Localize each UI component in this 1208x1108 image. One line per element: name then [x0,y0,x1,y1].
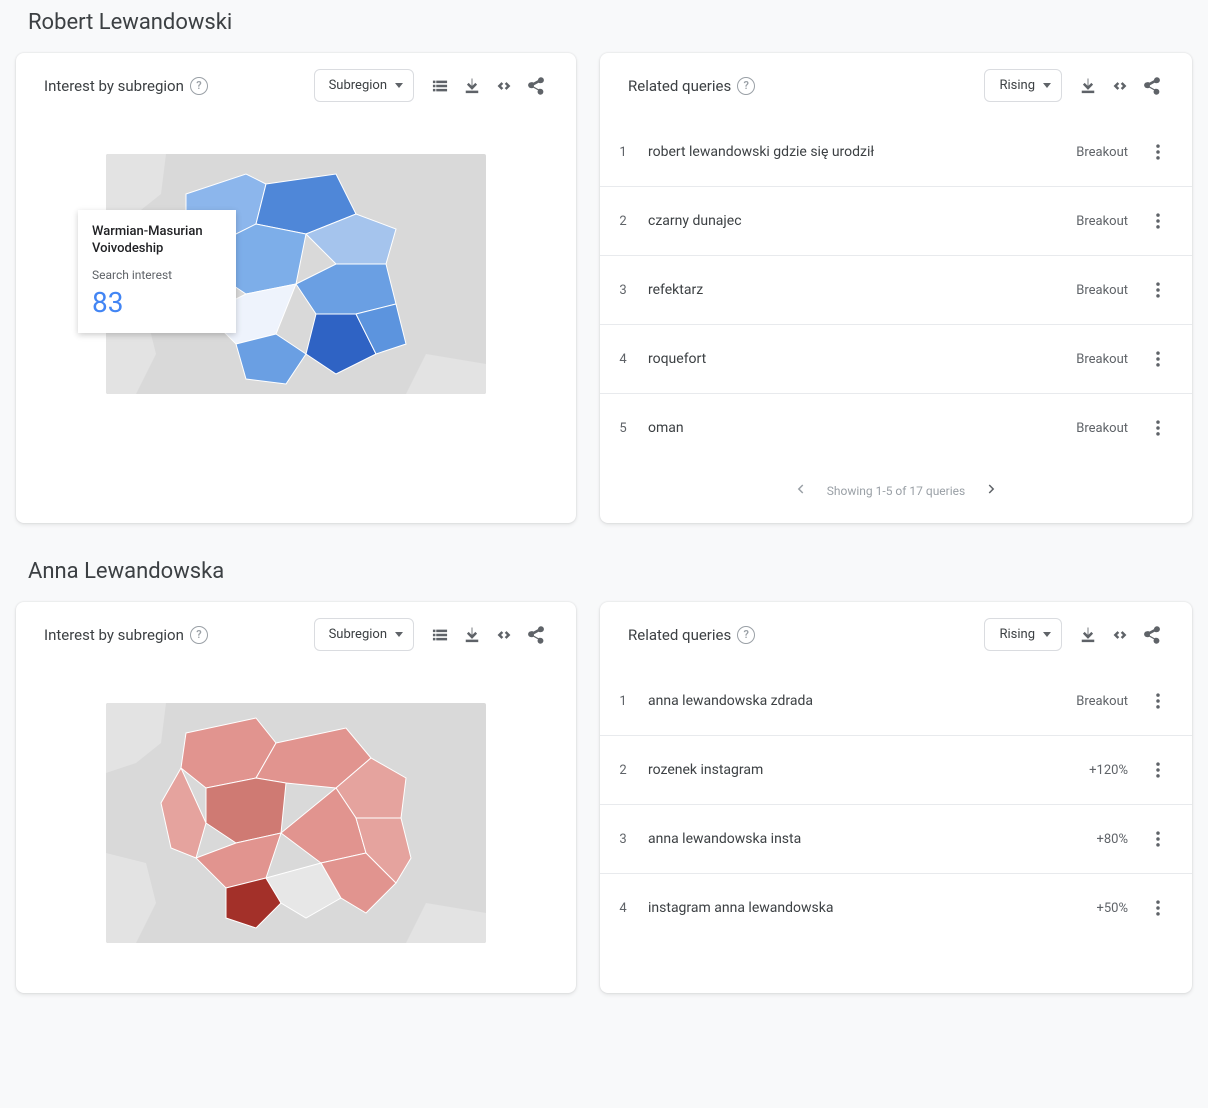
query-metric: Breakout [1076,352,1128,367]
query-row[interactable]: 4 instagram anna lewandowska +50% [600,874,1192,942]
query-row[interactable]: 1 robert lewandowski gdzie się urodził B… [600,118,1192,187]
caret-down-icon [395,632,403,637]
download-icon[interactable] [456,619,488,651]
list-view-icon[interactable] [424,70,456,102]
query-text[interactable]: czarny dunajec [648,213,1062,229]
region[interactable] [296,264,396,314]
card-interest-by-subregion: Interest by subregion ? Subregion [16,53,576,523]
more-vert-icon[interactable] [1142,823,1174,855]
query-rank: 3 [612,283,634,298]
dropdown-label: Rising [999,78,1035,93]
query-text[interactable]: oman [648,420,1062,436]
query-row[interactable]: 3 anna lewandowska insta +80% [600,805,1192,874]
query-row[interactable]: 2 czarny dunajec Breakout [600,187,1192,256]
card-title: Interest by subregion [44,626,184,644]
query-rank: 2 [612,763,634,778]
card-title: Related queries [628,77,731,95]
card-related-queries: Related queries ? Rising [600,53,1192,523]
more-vert-icon[interactable] [1142,685,1174,717]
query-row[interactable]: 1 anna lewandowska zdrada Breakout [600,667,1192,736]
download-icon[interactable] [456,70,488,102]
query-metric: +50% [1096,901,1128,916]
chevron-right-icon[interactable] [983,480,1001,501]
queries-list: 1 anna lewandowska zdrada Breakout 2 roz… [600,667,1192,942]
query-text[interactable]: anna lewandowska zdrada [648,693,1062,709]
query-rank: 4 [612,901,634,916]
download-icon[interactable] [1072,619,1104,651]
caret-down-icon [1043,632,1051,637]
more-vert-icon[interactable] [1142,892,1174,924]
query-row[interactable]: 5 oman Breakout [600,394,1192,462]
query-rank: 3 [612,832,634,847]
query-row[interactable]: 4 roquefort Breakout [600,325,1192,394]
query-rank: 1 [612,694,634,709]
map-tooltip: Warmian-Masurian Voivodeship Search inte… [78,210,236,333]
embed-icon[interactable] [488,619,520,651]
region[interactable] [206,778,286,843]
card-related-queries: Related queries ? Rising [600,602,1192,993]
share-icon[interactable] [1136,70,1168,102]
more-vert-icon[interactable] [1142,412,1174,444]
share-icon[interactable] [520,619,552,651]
tooltip-metric-label: Search interest [92,268,222,282]
help-icon[interactable]: ? [190,626,208,644]
rising-dropdown[interactable]: Rising [984,69,1062,102]
query-metric: Breakout [1076,283,1128,298]
query-text[interactable]: refektarz [648,282,1062,298]
section-title: Anna Lewandowska [28,559,1192,584]
tooltip-metric-value: 83 [92,286,222,319]
query-metric: +80% [1096,832,1128,847]
pager: Showing 1-5 of 17 queries [600,462,1192,523]
download-icon[interactable] [1072,70,1104,102]
query-rank: 5 [612,421,634,436]
query-text[interactable]: rozenek instagram [648,762,1075,778]
share-icon[interactable] [520,70,552,102]
query-row[interactable]: 3 refektarz Breakout [600,256,1192,325]
query-rank: 4 [612,352,634,367]
query-text[interactable]: roquefort [648,351,1062,367]
share-icon[interactable] [1136,619,1168,651]
more-vert-icon[interactable] [1142,274,1174,306]
more-vert-icon[interactable] [1142,136,1174,168]
list-view-icon[interactable] [424,619,456,651]
more-vert-icon[interactable] [1142,205,1174,237]
pager-text: Showing 1-5 of 17 queries [827,484,965,498]
caret-down-icon [395,83,403,88]
help-icon[interactable]: ? [190,77,208,95]
caret-down-icon [1043,83,1051,88]
poland-map[interactable] [106,703,486,943]
card-interest-by-subregion: Interest by subregion ? Subregion [16,602,576,993]
rising-dropdown[interactable]: Rising [984,618,1062,651]
dropdown-label: Subregion [329,78,387,93]
query-metric: Breakout [1076,145,1128,160]
region[interactable] [236,334,306,384]
help-icon[interactable]: ? [737,77,755,95]
query-metric: +120% [1089,763,1128,778]
subregion-dropdown[interactable]: Subregion [314,618,414,651]
subregion-dropdown[interactable]: Subregion [314,69,414,102]
query-text[interactable]: instagram anna lewandowska [648,900,1082,916]
query-metric: Breakout [1076,694,1128,709]
query-rank: 2 [612,214,634,229]
more-vert-icon[interactable] [1142,754,1174,786]
chevron-left-icon[interactable] [791,480,809,501]
query-text[interactable]: robert lewandowski gdzie się urodził [648,144,1062,160]
query-row[interactable]: 2 rozenek instagram +120% [600,736,1192,805]
section-title: Robert Lewandowski [28,10,1192,35]
query-text[interactable]: anna lewandowska insta [648,831,1082,847]
query-metric: Breakout [1076,421,1128,436]
dropdown-label: Subregion [329,627,387,642]
query-metric: Breakout [1076,214,1128,229]
card-title: Interest by subregion [44,77,184,95]
more-vert-icon[interactable] [1142,343,1174,375]
card-title: Related queries [628,626,731,644]
dropdown-label: Rising [999,627,1035,642]
embed-icon[interactable] [488,70,520,102]
query-rank: 1 [612,145,634,160]
tooltip-region-name: Warmian-Masurian Voivodeship [92,224,222,258]
help-icon[interactable]: ? [737,626,755,644]
embed-icon[interactable] [1104,619,1136,651]
queries-list: 1 robert lewandowski gdzie się urodził B… [600,118,1192,462]
embed-icon[interactable] [1104,70,1136,102]
